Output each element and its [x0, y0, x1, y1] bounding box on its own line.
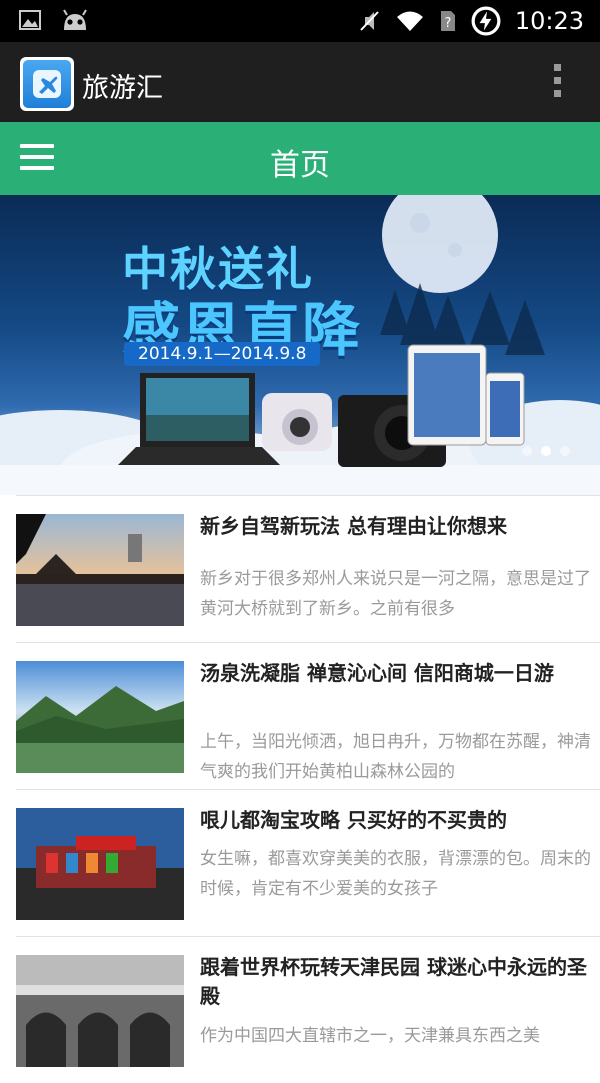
carousel-dot[interactable] — [560, 446, 570, 456]
carousel-dot-active[interactable] — [541, 446, 551, 456]
overflow-menu-icon[interactable] — [550, 64, 564, 104]
action-bar: 旅游汇 — [0, 42, 600, 122]
article-thumbnail — [16, 808, 184, 920]
article-summary: 女生嘛，都喜欢穿美美的衣服，背漂漂的包。周末的时候，肯定有不少爱美的女孩子 — [200, 849, 591, 899]
airplane-icon — [33, 70, 61, 98]
page-title: 首页 — [270, 148, 330, 183]
article-list: 新乡自驾新玩法 总有理由让你想来 新乡对于很多郑州人来说只是一河之隔，意思是过了… — [0, 495, 600, 1083]
image-icon — [19, 10, 41, 30]
status-bar: ? 10:23 — [0, 0, 600, 42]
page-header: 首页 — [0, 122, 600, 195]
article-title: 哏儿都淘宝攻略 只买好的不买贵的 — [200, 808, 507, 832]
article-title: 跟着世界杯玩转天津民园 球迷心中永远的圣殿 — [200, 955, 587, 1008]
wifi-icon — [396, 11, 423, 31]
svg-text:?: ? — [444, 16, 451, 31]
article-title: 新乡自驾新玩法 总有理由让你想来 — [200, 514, 507, 538]
promo-banner[interactable]: 中秋送礼 感恩直降 2014.9.1—2014.9.8 — [0, 195, 600, 495]
clock-time: 10:23 — [514, 7, 584, 35]
article-title: 汤泉洗凝脂 禅意沁心间 信阳商城一日游 — [200, 661, 554, 685]
mute-icon — [360, 11, 379, 31]
article-summary: 作为中国四大直辖市之一，天津兼具东西之美 — [200, 1026, 540, 1046]
carousel-dot[interactable] — [522, 446, 532, 456]
list-item[interactable]: 新乡自驾新玩法 总有理由让你想来 新乡对于很多郑州人来说只是一河之隔，意思是过了… — [16, 495, 600, 642]
article-thumbnail — [16, 514, 184, 626]
app-title: 旅游汇 — [82, 73, 163, 104]
list-item[interactable]: 跟着世界杯玩转天津民园 球迷心中永远的圣殿 作为中国四大直辖市之一，天津兼具东西… — [16, 936, 600, 1083]
android-icon — [63, 9, 87, 30]
app-logo[interactable] — [20, 57, 74, 111]
banner-date: 2014.9.1—2014.9.8 — [124, 342, 321, 366]
list-item[interactable]: 哏儿都淘宝攻略 只买好的不买贵的 女生嘛，都喜欢穿美美的衣服，背漂漂的包。周末的… — [16, 789, 600, 936]
article-summary: 上午，当阳光倾洒，旭日冉升，万物都在苏醒，神清气爽的我们开始黄柏山森林公园的 — [200, 732, 591, 782]
battery-charging-icon — [471, 6, 501, 36]
no-sim-icon: ? — [440, 11, 455, 31]
article-summary: 新乡对于很多郑州人来说只是一河之隔，意思是过了黄河大桥就到了新乡。之前有很多 — [200, 569, 591, 619]
carousel-indicator[interactable] — [522, 446, 570, 456]
article-thumbnail — [16, 955, 184, 1067]
article-thumbnail — [16, 661, 184, 773]
list-item[interactable]: 汤泉洗凝脂 禅意沁心间 信阳商城一日游 上午，当阳光倾洒，旭日冉升，万物都在苏醒… — [16, 642, 600, 789]
